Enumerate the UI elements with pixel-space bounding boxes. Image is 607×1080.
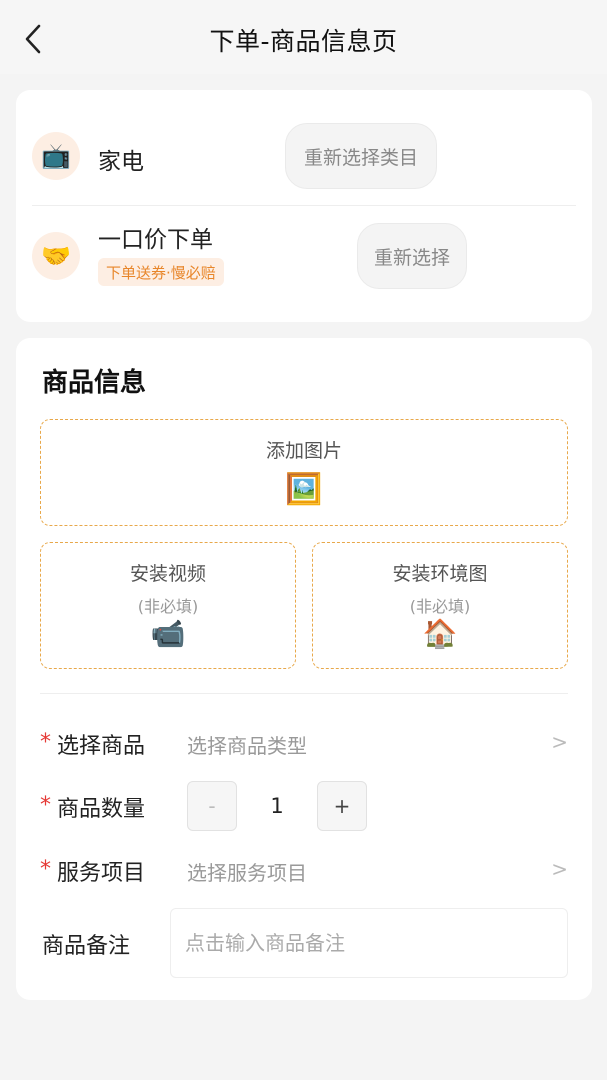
product-note-input[interactable] (170, 908, 568, 978)
product-note-label: 商品备注 (42, 934, 131, 959)
chevron-right-icon: > (551, 857, 568, 881)
install-environment-label: 安装环境图 (392, 563, 488, 585)
video-camera-icon: 📹 (150, 617, 186, 650)
page-title: 下单-商品信息页 (209, 27, 398, 56)
required-mark: * (40, 793, 51, 818)
quantity-row: * 商品数量 - 1 + (40, 781, 568, 831)
add-image-label: 添加图片 (265, 440, 342, 462)
optional-hint: (非必填) (409, 597, 471, 616)
install-environment-upload[interactable]: 安装环境图 (非必填) 🏠 (312, 542, 568, 669)
divider (40, 693, 568, 694)
add-image-upload[interactable]: 添加图片 🖼️ (40, 419, 568, 526)
quantity-label: 商品数量 (57, 797, 146, 822)
top-bar: 下单-商品信息页 (0, 0, 607, 74)
section-title: 商品信息 (42, 368, 147, 398)
reselect-button[interactable]: 重新选择 (357, 223, 467, 289)
house-icon: 🏠 (422, 617, 458, 650)
required-mark: * (40, 730, 51, 755)
category-card: 📺 家电 重新选择类目 🤝 一口价下单 下单送券·慢必赔 重新选择 (16, 90, 592, 322)
product-note-row: 商品备注 (40, 908, 568, 978)
tv-icon: 📺 (32, 132, 80, 180)
handshake-icon: 🤝 (32, 232, 80, 280)
install-video-label: 安装视频 (129, 563, 206, 585)
quantity-stepper: - 1 + (187, 781, 367, 831)
increase-button[interactable]: + (317, 781, 367, 831)
decrease-button[interactable]: - (187, 781, 237, 831)
promo-badge: 下单送券·慢必赔 (98, 258, 224, 286)
quantity-value: 1 (270, 794, 284, 818)
select-product-label: 选择商品 (57, 734, 146, 759)
select-product-field[interactable]: 选择商品类型 (187, 730, 307, 759)
required-mark: * (40, 857, 51, 882)
category-label: 家电 (98, 149, 144, 175)
order-type-label: 一口价下单 (98, 227, 213, 253)
chevron-right-icon: > (551, 730, 568, 754)
service-item-row[interactable]: * 服务项目 选择服务项目 > (40, 845, 568, 893)
service-item-label: 服务项目 (57, 861, 146, 886)
category-row-fixed-price: 🤝 一口价下单 下单送券·慢必赔 重新选择 (32, 206, 576, 306)
install-video-upload[interactable]: 安装视频 (非必填) 📹 (40, 542, 296, 669)
select-product-row[interactable]: * 选择商品 选择商品类型 > (40, 718, 568, 766)
picture-icon: 🖼️ (285, 472, 323, 507)
select-service-field[interactable]: 选择服务项目 (187, 857, 307, 886)
reselect-category-button[interactable]: 重新选择类目 (285, 123, 437, 189)
category-row-appliance: 📺 家电 重新选择类目 (32, 106, 576, 206)
product-info-card: 商品信息 添加图片 🖼️ 安装视频 (非必填) 📹 安装环境图 (非必填) 🏠 … (16, 338, 592, 1000)
optional-hint: (非必填) (137, 597, 199, 616)
